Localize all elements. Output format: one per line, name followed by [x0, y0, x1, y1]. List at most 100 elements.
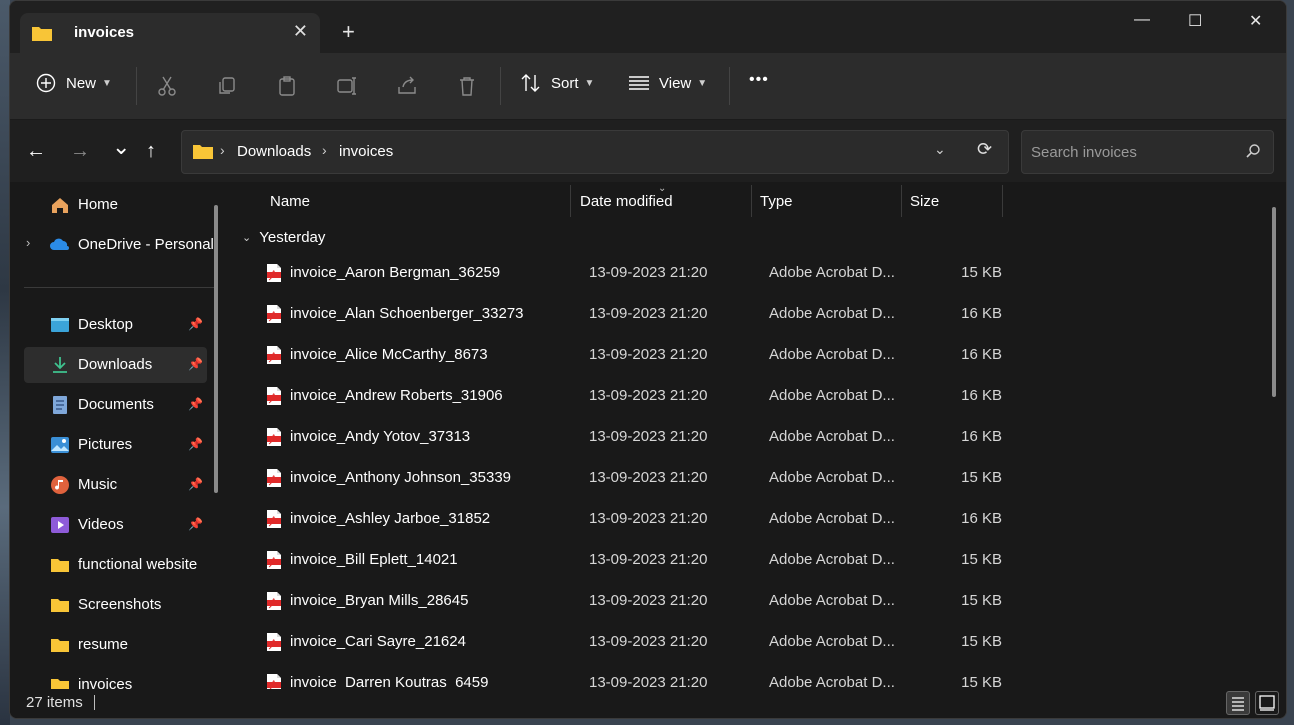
sidebar-item-home[interactable]: Home: [24, 187, 207, 223]
file-name[interactable]: invoice_Aaron Bergman_36259: [290, 264, 500, 281]
toolbar-divider: [729, 67, 730, 105]
details-view-icon: [1232, 697, 1244, 711]
file-name[interactable]: invoice_Andrew Roberts_31906: [290, 387, 503, 404]
sidebar-item-label: Home: [78, 196, 119, 213]
sidebar-item-resume[interactable]: resume: [24, 627, 207, 663]
pdf-file-icon: [267, 264, 281, 282]
search-icon: [1246, 144, 1260, 158]
documents-icon: [53, 396, 67, 414]
refresh-button[interactable]: ⟳: [977, 139, 992, 160]
file-row[interactable]: invoice_Alice McCarthy_8673 13-09-2023 21…: [250, 335, 1010, 376]
breadcrumb-invoices[interactable]: invoices: [339, 143, 393, 160]
cut-icon[interactable]: [156, 75, 178, 97]
group-header-yesterday[interactable]: ⌄ Yesterday: [242, 229, 325, 246]
file-size: 16 KB: [961, 305, 1002, 322]
sidebar-item-downloads[interactable]: Downloads 📌: [24, 347, 207, 383]
pin-icon[interactable]: 📌: [188, 357, 203, 371]
file-size: 15 KB: [961, 592, 1002, 609]
file-date-modified: 13-09-2023 21:20: [589, 633, 708, 650]
delete-icon[interactable]: [456, 75, 478, 97]
column-divider[interactable]: [1002, 185, 1003, 217]
file-row[interactable]: invoice_Ashley Jarboe_31852 13-09-2023 21…: [250, 499, 1010, 540]
tiles-view-button[interactable]: [1255, 691, 1279, 715]
column-header-name[interactable]: Name: [270, 193, 310, 229]
column-header-size[interactable]: Size: [910, 193, 939, 229]
pin-icon[interactable]: 📌: [188, 317, 203, 331]
file-name[interactable]: invoice_Alan Schoenberger_33273: [290, 305, 524, 322]
search-placeholder: Search invoices: [1031, 144, 1137, 161]
file-row[interactable]: invoice_Andrew Roberts_31906 13-09-2023 2…: [250, 376, 1010, 417]
copy-icon[interactable]: [216, 75, 238, 97]
details-view-button[interactable]: [1226, 691, 1250, 715]
file-name[interactable]: invoice_Darren Koutras_6459: [290, 674, 488, 689]
sidebar-scrollbar[interactable]: [214, 205, 218, 493]
file-row[interactable]: invoice_Darren Koutras_6459 13-09-2023 21…: [250, 663, 1010, 689]
column-divider[interactable]: [901, 185, 902, 217]
sidebar-divider: [24, 287, 214, 288]
sidebar-item-label: Videos: [78, 516, 124, 533]
file-name[interactable]: invoice_Ashley Jarboe_31852: [290, 510, 490, 527]
close-button[interactable]: ✕: [1249, 11, 1262, 31]
search-box[interactable]: Search invoices: [1021, 130, 1274, 174]
file-list-scrollbar[interactable]: [1272, 207, 1276, 397]
file-name[interactable]: invoice_Bryan Mills_28645: [290, 592, 468, 609]
file-size: 15 KB: [961, 264, 1002, 281]
breadcrumb-separator: ›: [322, 142, 327, 158]
maximize-button[interactable]: ☐: [1188, 11, 1202, 31]
file-name[interactable]: invoice_Bill Eplett_14021: [290, 551, 458, 568]
sidebar-item-label: Downloads: [78, 356, 153, 373]
address-bar[interactable]: › Downloads › invoices ⌄ ⟳: [181, 130, 1009, 174]
file-type: Adobe Acrobat D...: [769, 428, 895, 445]
new-button[interactable]: New ▼: [36, 73, 112, 93]
file-row[interactable]: invoice_Andy Yotov_37313 13-09-2023 21:20…: [250, 417, 1010, 458]
rename-icon[interactable]: [336, 75, 358, 97]
share-icon[interactable]: [396, 75, 418, 97]
minimize-button[interactable]: —: [1134, 11, 1150, 29]
file-row[interactable]: invoice_Aaron Bergman_36259 13-09-2023 21…: [250, 253, 1010, 294]
tab-close-icon[interactable]: ✕: [293, 21, 308, 42]
file-name[interactable]: invoice_Cari Sayre_21624: [290, 633, 466, 650]
sidebar-item-invoices[interactable]: invoices: [24, 667, 207, 689]
more-options-button[interactable]: •••: [749, 71, 769, 89]
address-dropdown-button[interactable]: ⌄: [934, 141, 946, 158]
sort-button[interactable]: Sort ▼: [520, 73, 594, 93]
sidebar-item-music[interactable]: Music 📌: [24, 467, 207, 503]
new-tab-button[interactable]: +: [342, 19, 355, 45]
file-row[interactable]: invoice_Bryan Mills_28645 13-09-2023 21:2…: [250, 581, 1010, 622]
sidebar-item-screenshots[interactable]: Screenshots: [24, 587, 207, 623]
pin-icon[interactable]: 📌: [188, 397, 203, 411]
sidebar-item-label: Music: [78, 476, 118, 493]
sidebar-item-desktop[interactable]: Desktop 📌: [24, 307, 207, 343]
file-name[interactable]: invoice_Andy Yotov_37313: [290, 428, 470, 445]
column-header-date-modified[interactable]: Date modified: [580, 193, 673, 229]
recent-locations-button[interactable]: ⌄: [112, 134, 130, 160]
up-button[interactable]: ↑: [146, 140, 156, 163]
sidebar-item-pictures[interactable]: Pictures 📌: [24, 427, 207, 463]
file-name[interactable]: invoice_Anthony Johnson_35339: [290, 469, 511, 486]
file-row[interactable]: invoice_Anthony Johnson_35339 13-09-2023 …: [250, 458, 1010, 499]
toolbar-divider: [500, 67, 501, 105]
desktop-icon: [51, 318, 69, 332]
file-name[interactable]: invoice_Alice McCarthy_8673: [290, 346, 488, 363]
tab-invoices[interactable]: invoices ✕: [20, 13, 320, 53]
column-divider[interactable]: [570, 185, 571, 217]
back-button[interactable]: ←: [26, 140, 46, 163]
file-row[interactable]: invoice_Cari Sayre_21624 13-09-2023 21:20…: [250, 622, 1010, 663]
pin-icon[interactable]: 📌: [188, 477, 203, 491]
column-header-type[interactable]: Type: [760, 193, 793, 229]
pdf-file-icon: [267, 633, 281, 651]
file-row[interactable]: invoice_Bill Eplett_14021 13-09-2023 21:2…: [250, 540, 1010, 581]
sidebar-item-label: OneDrive - Personal: [78, 236, 214, 253]
pin-icon[interactable]: 📌: [188, 437, 203, 451]
sidebar-item-videos[interactable]: Videos 📌: [24, 507, 207, 543]
sidebar-item-onedrive[interactable]: OneDrive - Personal: [24, 227, 214, 263]
forward-button[interactable]: →: [70, 140, 90, 163]
sidebar-item-functional-website[interactable]: functional website: [24, 547, 207, 583]
file-row[interactable]: invoice_Alan Schoenberger_33273 13-09-202…: [250, 294, 1010, 335]
paste-icon[interactable]: [276, 75, 298, 97]
view-button[interactable]: View ▼: [628, 73, 707, 93]
breadcrumb-downloads[interactable]: Downloads: [237, 143, 311, 160]
sidebar-item-documents[interactable]: Documents 📌: [24, 387, 207, 423]
pin-icon[interactable]: 📌: [188, 517, 203, 531]
column-divider[interactable]: [751, 185, 752, 217]
